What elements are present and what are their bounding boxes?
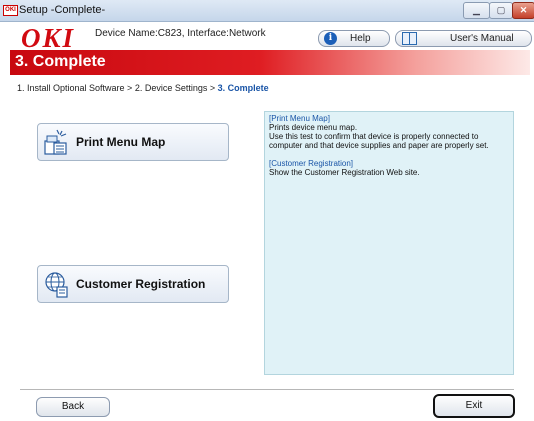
help-button[interactable]: i Help — [318, 30, 390, 47]
print-menu-map-label: Print Menu Map — [76, 135, 166, 149]
breadcrumb-current: 3. Complete — [217, 83, 269, 93]
users-manual-label: User's Manual — [450, 33, 514, 44]
window-title: Setup -Complete- — [19, 4, 106, 16]
book-icon — [402, 32, 417, 45]
globe-registration-icon — [45, 272, 68, 298]
footer-divider — [20, 389, 514, 390]
title-bar: OKI Setup -Complete- ▁ ▢ ✕ — [0, 0, 534, 22]
print-menu-map-button[interactable]: Print Menu Map — [37, 123, 229, 161]
close-button[interactable]: ✕ — [512, 2, 534, 19]
device-info: Device Name:C823, Interface:Network — [95, 28, 266, 39]
app-icon: OKI — [3, 5, 18, 16]
step-banner: 3. Complete — [10, 50, 530, 75]
oki-logo: OKI — [21, 23, 76, 53]
customer-registration-label: Customer Registration — [76, 277, 206, 291]
customer-registration-button[interactable]: Customer Registration — [37, 265, 229, 303]
minimize-button[interactable]: ▁ — [463, 2, 490, 19]
pmm-line-1: Prints device menu map. — [269, 123, 358, 132]
print-menu-map-icon — [44, 129, 67, 155]
page-title: 3. Complete — [15, 53, 106, 70]
help-label: Help — [350, 33, 371, 44]
info-icon: i — [324, 32, 337, 45]
cr-line-1: Show the Customer Registration Web site. — [269, 168, 420, 177]
exit-button[interactable]: Exit — [433, 394, 515, 418]
back-button[interactable]: Back — [36, 397, 110, 417]
maximize-button[interactable]: ▢ — [489, 2, 513, 19]
pmm-line-2: Use this test to confirm that device is … — [269, 132, 489, 150]
cr-heading: [Customer Registration] — [269, 159, 354, 168]
users-manual-button[interactable]: User's Manual — [395, 30, 532, 47]
pmm-heading: [Print Menu Map] — [269, 114, 330, 123]
breadcrumb-steps: 1. Install Optional Software > 2. Device… — [17, 83, 218, 93]
description-panel: [Print Menu Map] Prints device menu map.… — [264, 111, 514, 375]
breadcrumb: 1. Install Optional Software > 2. Device… — [17, 83, 269, 93]
